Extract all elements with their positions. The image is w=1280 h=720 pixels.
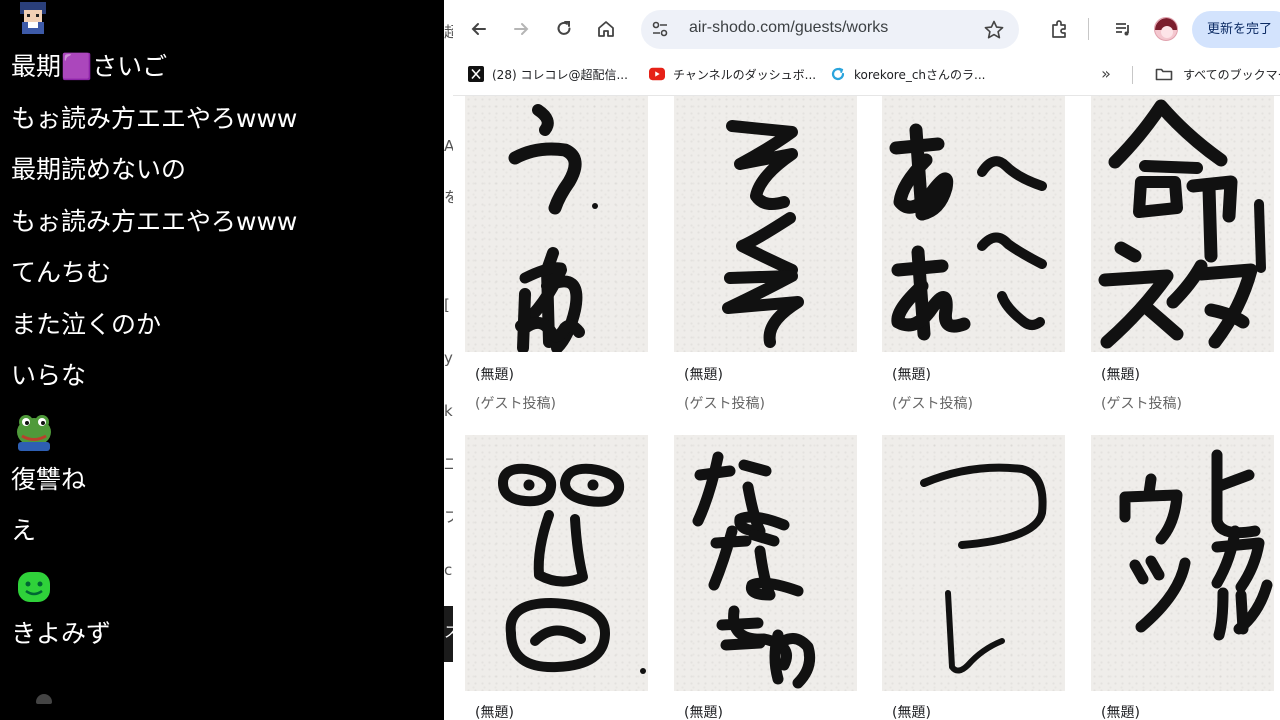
arrow-right-icon: [514, 23, 529, 35]
chat-message: え: [11, 516, 37, 545]
bookmark-x[interactable]: (28) コレコレ@超配信...: [468, 62, 628, 86]
profile-avatar[interactable]: [1154, 17, 1178, 41]
chat-message: 最期🟪さいご: [11, 52, 168, 81]
calligraphy-artwork: [1119, 449, 1273, 641]
work-card[interactable]: (無題) (ゲスト投稿): [1091, 96, 1274, 426]
home-icon: [598, 21, 614, 37]
browser-window: 超 A を [ y k 二 フ c ス air-shodo.com/guests…: [444, 0, 1280, 720]
work-card[interactable]: (無題): [1091, 435, 1274, 720]
work-card[interactable]: (無題): [674, 435, 857, 720]
chat-message: てんちむ: [11, 258, 112, 287]
work-card[interactable]: (無題): [465, 435, 648, 720]
edge-char: を: [444, 189, 453, 205]
edge-char: y: [444, 350, 453, 366]
calligraphy-image[interactable]: [882, 435, 1065, 691]
edge-char: ス: [444, 624, 453, 640]
calligraphy-artwork: [1098, 99, 1266, 349]
bookmark-star-icon[interactable]: [983, 19, 1005, 41]
chat-message: いらな: [11, 361, 87, 390]
edge-char: 二: [444, 456, 453, 472]
work-title[interactable]: (無題): [892, 364, 931, 384]
site-info-icon[interactable]: [649, 18, 671, 40]
work-title[interactable]: (無題): [684, 364, 723, 384]
folder-icon: [1155, 68, 1173, 81]
work-author: (ゲスト投稿): [684, 396, 765, 412]
media-control-button[interactable]: [1108, 14, 1138, 44]
work-title[interactable]: (無題): [892, 702, 931, 720]
work-card[interactable]: (無題): [882, 435, 1065, 720]
reload-icon: [557, 21, 571, 35]
green-smiley-icon: [18, 572, 50, 602]
edge-char: [: [444, 297, 450, 313]
chat-panel: 最期🟪さいご もぉ読み方エエやろwww 最期読めないの もぉ読み方エエやろwww…: [0, 0, 444, 720]
edge-char: A: [444, 138, 453, 154]
work-author: (ゲスト投稿): [475, 396, 556, 412]
bookmark-youtube[interactable]: チャンネルのダッシュボ...: [649, 62, 816, 86]
calligraphy-image[interactable]: [1091, 96, 1274, 352]
all-bookmarks-folder[interactable]: すべてのブックマー: [1155, 62, 1280, 86]
puzzle-icon: [1052, 20, 1066, 38]
partial-emoji: [36, 694, 52, 704]
arrow-left-icon: [471, 23, 486, 35]
bookmarks-bar: (28) コレコレ@超配信... チャンネルのダッシュボ... korekore…: [453, 58, 1280, 90]
bookmarks-separator: [1132, 66, 1133, 84]
calligraphy-image[interactable]: [465, 96, 648, 352]
calligraphy-artwork: [889, 123, 1047, 341]
calligraphy-artwork: [508, 104, 598, 352]
reload-button[interactable]: [549, 14, 579, 44]
update-complete-button[interactable]: 更新を完了: [1192, 11, 1280, 48]
chat-message: 復讐ね: [11, 465, 87, 494]
home-button[interactable]: [591, 14, 621, 44]
bookmark-korekore[interactable]: korekore_chさんのラ...: [830, 62, 985, 86]
work-title[interactable]: (無題): [684, 702, 723, 720]
edge-char: 超: [444, 24, 453, 40]
work-card[interactable]: (無題) (ゲスト投稿): [882, 96, 1065, 426]
x-logo-icon: [468, 66, 484, 82]
chat-message: もぉ読み方エエやろwww: [11, 207, 298, 236]
work-title[interactable]: (無題): [1101, 702, 1140, 720]
work-card[interactable]: (無題) (ゲスト投稿): [465, 96, 648, 426]
work-title[interactable]: (無題): [475, 364, 514, 384]
edge-char: c: [444, 562, 453, 578]
youtube-icon: [649, 66, 665, 82]
calligraphy-artwork: [722, 120, 804, 348]
edge-char: k: [444, 403, 453, 419]
calligraphy-image[interactable]: [882, 96, 1065, 352]
chat-message: また泣くのか: [11, 310, 162, 339]
background-window-edge: 超 A を [ y k 二 フ c ス: [444, 0, 453, 720]
work-author: (ゲスト投稿): [892, 396, 973, 412]
extensions-button[interactable]: [1044, 14, 1074, 44]
chat-message: きよみず: [11, 619, 112, 648]
address-bar[interactable]: air-shodo.com/guests/works: [641, 10, 1019, 49]
work-author: (ゲスト投稿): [1101, 396, 1182, 412]
work-title[interactable]: (無題): [1101, 364, 1140, 384]
frog-emoji-icon: [17, 415, 51, 451]
calligraphy-artwork: [498, 463, 646, 674]
chat-message: もぉ読み方エエやろwww: [11, 104, 298, 133]
back-button[interactable]: [464, 14, 494, 44]
work-title[interactable]: (無題): [475, 702, 514, 720]
work-card[interactable]: (無題) (ゲスト投稿): [674, 96, 857, 426]
music-queue-icon: [1116, 23, 1129, 36]
edge-char: フ: [444, 509, 453, 525]
url-text[interactable]: air-shodo.com/guests/works: [689, 19, 888, 37]
streamer-avatar-icon: [20, 2, 46, 34]
edge-dark-block: ス: [444, 606, 453, 662]
calligraphy-artwork: [920, 463, 1047, 674]
calligraphy-artwork: [692, 451, 816, 689]
refresh-logo-icon: [830, 66, 846, 82]
browser-toolbar: air-shodo.com/guests/works 更新を完了: [453, 0, 1280, 58]
toolbar-separator: [1088, 18, 1089, 40]
chevron-double-right-icon[interactable]: »: [1096, 64, 1116, 84]
calligraphy-image[interactable]: [674, 96, 857, 352]
chat-message: 最期読めないの: [11, 155, 187, 184]
calligraphy-image[interactable]: [465, 435, 648, 691]
calligraphy-image[interactable]: [674, 435, 857, 691]
calligraphy-image[interactable]: [1091, 435, 1274, 691]
forward-button[interactable]: [506, 14, 536, 44]
